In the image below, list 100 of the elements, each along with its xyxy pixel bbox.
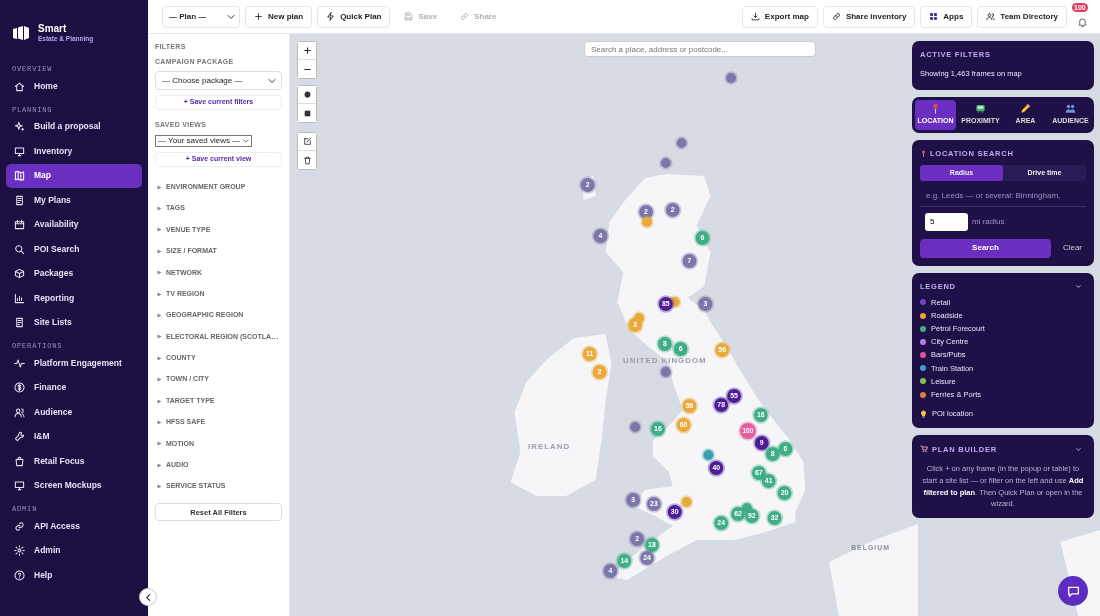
sidebar-item[interactable]: I&M	[6, 424, 142, 449]
map-place-label: IRELAND	[528, 441, 571, 451]
lightning-icon	[326, 12, 336, 21]
sidebar-item[interactable]: Help	[6, 563, 142, 588]
plan-select[interactable]: — Plan —	[162, 5, 240, 28]
logo-icon	[12, 24, 30, 42]
pin-icon	[920, 149, 927, 157]
toolbar-button[interactable]: Quick Plan	[317, 5, 391, 28]
chat-bubble-icon	[1066, 584, 1080, 598]
location-input[interactable]: e.g. Leeds — or several: Birmingham,	[920, 184, 1086, 207]
triangle-icon	[157, 484, 162, 490]
trash-icon	[302, 155, 312, 165]
people-icon	[1065, 102, 1076, 114]
settings-icon	[14, 545, 25, 557]
triangle-icon	[157, 334, 162, 340]
chevron-icon	[1075, 283, 1082, 291]
package-select[interactable]: — Choose package —	[155, 71, 282, 90]
chat-button[interactable]	[1058, 576, 1088, 606]
link-icon	[14, 520, 25, 532]
triangle-icon	[157, 462, 162, 468]
bag-icon	[14, 455, 25, 467]
cluster-marker[interactable]	[640, 215, 654, 229]
brand-name: Smart	[38, 22, 68, 34]
sidebar-item[interactable]: Platform Engagement	[6, 351, 142, 376]
search-icon	[14, 243, 25, 255]
sparkle-icon	[14, 121, 25, 133]
sidebar-item[interactable]: API Access	[6, 514, 142, 539]
map-search-field[interactable]: Search a place, address or postcode...	[584, 41, 816, 57]
saved-views-select[interactable]: — Your saved views —	[155, 134, 252, 147]
square-icon	[302, 108, 312, 118]
triangle-icon	[157, 227, 162, 233]
bus-icon	[975, 102, 986, 114]
triangle-icon	[157, 377, 162, 383]
sidebar-item[interactable]: POI Search	[6, 237, 142, 262]
triangle-icon	[157, 398, 162, 404]
pin-icon	[930, 102, 941, 114]
sidebar-item[interactable]: Reporting	[6, 286, 142, 311]
toolbar-button[interactable]: New plan	[245, 5, 313, 28]
zoom-in-button[interactable]	[298, 42, 316, 60]
search-button[interactable]: Search	[920, 238, 1051, 258]
radius-input[interactable]: 5	[925, 212, 968, 231]
sidebar-item[interactable]: Retail Focus	[6, 449, 142, 474]
sidebar-item[interactable]: Availability	[6, 212, 142, 237]
download-icon	[750, 12, 760, 21]
toolbar-button[interactable]: Export map	[741, 5, 818, 28]
toolbar-button[interactable]: Share inventory	[822, 5, 916, 28]
cluster-marker[interactable]	[628, 420, 642, 434]
lightbulb-icon	[920, 409, 927, 418]
sidebar-item[interactable]: Inventory	[6, 139, 142, 164]
chevron-left-icon	[143, 592, 153, 602]
triangle-icon	[157, 420, 162, 425]
map-place-label: UNITED KINGDOM	[623, 355, 707, 365]
cart-icon	[920, 445, 928, 454]
cluster-marker[interactable]	[724, 71, 738, 85]
cluster-marker[interactable]	[679, 495, 694, 509]
help-icon	[14, 569, 25, 581]
sidebar-item[interactable]: Site Lists	[6, 310, 142, 335]
dollar-icon	[14, 382, 25, 394]
bar-chart-icon	[14, 292, 25, 304]
document-icon	[14, 194, 25, 206]
triangle-icon	[157, 441, 162, 447]
calendar-icon	[14, 219, 25, 231]
cluster-marker[interactable]	[674, 136, 689, 150]
collapse-button[interactable]	[139, 588, 157, 606]
triangle-icon	[157, 206, 162, 212]
sidebar-item[interactable]: Packages	[6, 261, 142, 286]
document-icon	[14, 317, 25, 329]
sidebar-item[interactable]: Map	[6, 163, 142, 188]
pencil-icon	[1020, 102, 1031, 114]
sidebar-item[interactable]: Home	[6, 74, 142, 99]
users-icon	[14, 406, 25, 418]
sidebar-item[interactable]: Build a proposal	[6, 114, 142, 139]
clear-button[interactable]: Clear	[1058, 242, 1086, 255]
sidebar-item[interactable]: Screen Mockups	[6, 473, 142, 498]
monitor-icon	[14, 480, 25, 492]
apps-grid-icon	[929, 12, 939, 21]
radius-unit: mi radius	[972, 215, 1005, 228]
triangle-icon	[157, 184, 162, 190]
box-icon	[14, 268, 25, 280]
triangle-icon	[157, 270, 162, 276]
sidebar-item[interactable]: Audience	[6, 400, 142, 425]
triangle-icon	[157, 313, 162, 319]
sidebar-item[interactable]: My Plans	[6, 188, 142, 213]
home-icon	[14, 80, 25, 92]
cluster-marker[interactable]	[701, 448, 716, 462]
wrench-icon	[14, 431, 25, 443]
edit-icon	[302, 137, 312, 146]
sidebar-item[interactable]: Finance	[6, 375, 142, 400]
sidebar-item[interactable]: Admin	[6, 538, 142, 563]
edit-button[interactable]	[298, 133, 316, 151]
cluster-marker[interactable]	[659, 365, 673, 379]
monitor-icon	[14, 145, 25, 157]
draw-polygon-button[interactable]	[298, 86, 316, 104]
link-icon	[460, 12, 470, 21]
plus-icon	[302, 46, 312, 55]
toolbar-button[interactable]: Apps	[920, 5, 973, 28]
chevron-icon	[1075, 445, 1082, 453]
hexagon-icon	[302, 90, 312, 99]
toolbar-button[interactable]: Team Directory	[977, 5, 1067, 28]
cluster-marker[interactable]	[659, 156, 673, 170]
